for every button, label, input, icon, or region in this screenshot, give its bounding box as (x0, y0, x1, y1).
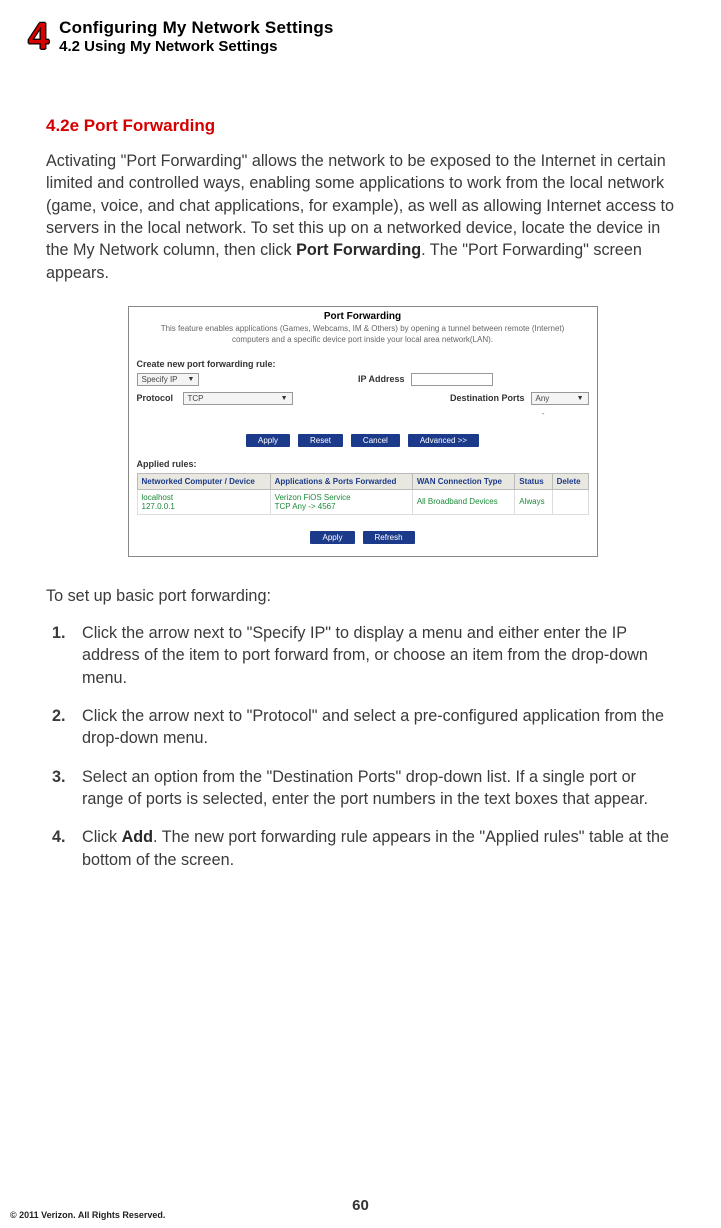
step-1: 1. Click the arrow next to "Specify IP" … (52, 622, 679, 689)
chevron-down-icon: ▼ (281, 395, 288, 402)
cancel-button[interactable]: Cancel (351, 434, 400, 447)
dest-ports-label: Destination Ports (450, 393, 525, 403)
advanced-button[interactable]: Advanced >> (408, 434, 479, 447)
step-num: 1. (52, 622, 70, 689)
step-text-bold: Add (122, 828, 153, 846)
ss-title: Port Forwarding (129, 307, 597, 324)
ss-applied-label: Applied rules: (129, 455, 597, 473)
refresh-button[interactable]: Refresh (363, 531, 415, 544)
chapter-title: Configuring My Network Settings (59, 18, 333, 38)
page-header: 4 Configuring My Network Settings 4.2 Us… (28, 18, 693, 56)
td-apps-l2: TCP Any -> 4567 (275, 502, 336, 511)
chevron-down-icon: ▼ (577, 395, 584, 402)
td-apps: Verizon FiOS Service TCP Any -> 4567 (270, 489, 412, 514)
step-text-post: . The new port forwarding rule appears i… (82, 828, 669, 868)
protocol-dropdown[interactable]: TCP ▼ (183, 392, 293, 405)
th-device: Networked Computer / Device (137, 473, 270, 489)
td-wan: All Broadband Devices (412, 489, 514, 514)
ip-address-input[interactable] (411, 373, 493, 386)
applied-rules-table: Networked Computer / Device Applications… (137, 473, 589, 515)
subsection-heading: 4.2e Port Forwarding (46, 116, 679, 136)
td-apps-l1: Verizon FiOS Service (275, 493, 351, 502)
steps-list: 1. Click the arrow next to "Specify IP" … (52, 622, 679, 871)
td-device: localhost 127.0.0.1 (137, 489, 270, 514)
th-delete: Delete (552, 473, 588, 489)
protocol-value: TCP (188, 394, 204, 403)
step-4: 4. Click Add. The new port forwarding ru… (52, 826, 679, 871)
th-status: Status (515, 473, 552, 489)
reset-button[interactable]: Reset (298, 434, 343, 447)
td-status: Always (515, 489, 552, 514)
ss-create-label: Create new port forwarding rule: (129, 355, 597, 373)
protocol-label: Protocol (137, 393, 177, 403)
step-text: Select an option from the "Destination P… (82, 768, 648, 808)
table-row: localhost 127.0.0.1 Verizon FiOS Service… (137, 489, 588, 514)
apply-button[interactable]: Apply (246, 434, 290, 447)
step-text: Click the arrow next to "Protocol" and s… (82, 707, 664, 747)
dest-ports-value: Any (536, 394, 550, 403)
th-wan: WAN Connection Type (412, 473, 514, 489)
step-2: 2. Click the arrow next to "Protocol" an… (52, 705, 679, 750)
instructions-lead: To set up basic port forwarding: (46, 587, 679, 606)
specify-ip-dropdown[interactable]: Specify IP ▼ (137, 373, 200, 386)
table-header-row: Networked Computer / Device Applications… (137, 473, 588, 489)
td-delete[interactable] (552, 489, 588, 514)
port-forwarding-screenshot: Port Forwarding This feature enables app… (128, 306, 598, 557)
step-text-pre: Click (82, 828, 122, 846)
ss-button-row-1: Apply Reset Cancel Advanced >> (129, 424, 597, 455)
chapter-number: 4 (28, 18, 49, 56)
intro-text-bold: Port Forwarding (296, 241, 421, 259)
chevron-down-icon: ▼ (188, 376, 195, 383)
td-device-l2: 127.0.0.1 (142, 502, 175, 511)
step-num: 4. (52, 826, 70, 871)
copyright: © 2011 Verizon. All Rights Reserved. (10, 1210, 165, 1220)
dest-ports-dropdown[interactable]: Any ▼ (531, 392, 589, 405)
ss-subtitle: This feature enables applications (Games… (129, 324, 597, 355)
step-num: 2. (52, 705, 70, 750)
th-apps: Applications & Ports Forwarded (270, 473, 412, 489)
specify-ip-value: Specify IP (142, 375, 178, 384)
step-text: Click the arrow next to "Specify IP" to … (82, 624, 648, 687)
intro-paragraph: Activating "Port Forwarding" allows the … (46, 150, 679, 284)
section-title: 4.2 Using My Network Settings (59, 38, 333, 55)
step-num: 3. (52, 766, 70, 811)
apply-button-2[interactable]: Apply (310, 531, 354, 544)
step-3: 3. Select an option from the "Destinatio… (52, 766, 679, 811)
ss-button-row-2: Apply Refresh (129, 521, 597, 556)
td-device-l1: localhost (142, 493, 174, 502)
ip-address-label: IP Address (358, 374, 405, 384)
